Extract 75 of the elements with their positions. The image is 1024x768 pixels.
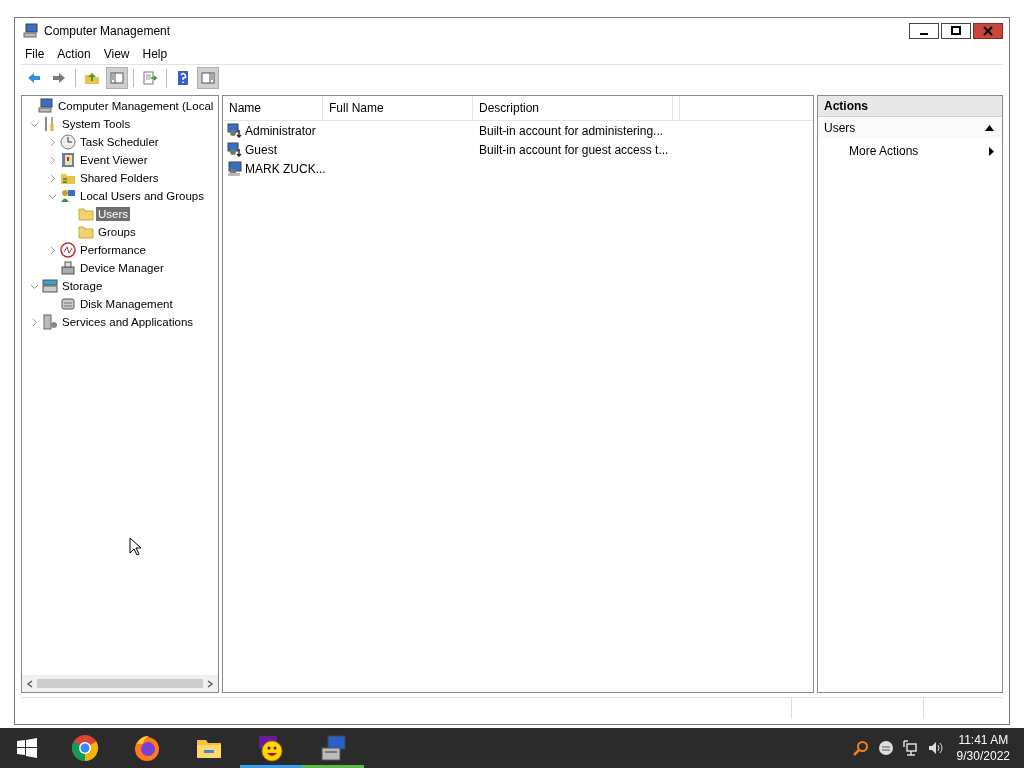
time-text: 11:41 AM	[958, 732, 1009, 748]
user-icon	[227, 160, 243, 177]
services-icon	[42, 314, 58, 330]
scroll-right-icon[interactable]	[206, 679, 214, 688]
menu-item[interactable]: Help	[138, 47, 177, 61]
volume-icon[interactable]	[927, 740, 944, 756]
menu-item[interactable]: View	[99, 47, 139, 61]
date-text: 9/30/2022	[956, 748, 1010, 764]
user-icon	[227, 122, 243, 139]
clock[interactable]: 11:41 AM 9/30/2022	[956, 732, 1010, 764]
scroll-left-icon[interactable]	[26, 679, 34, 688]
folder-icon	[78, 206, 94, 222]
forward-icon	[51, 70, 67, 86]
log-icon	[60, 152, 76, 168]
search-icon[interactable]	[852, 740, 869, 756]
computer-icon	[38, 98, 54, 114]
table-cell: Built-in account for administering...	[479, 123, 664, 138]
user-name[interactable]: Administrator	[245, 123, 316, 138]
collapse-triangle-icon	[985, 125, 994, 131]
column-header[interactable]: Description	[473, 96, 673, 120]
tree-item[interactable]: Disk Management	[78, 297, 175, 311]
folder-up-icon	[84, 70, 100, 86]
column-header[interactable]: Name	[223, 96, 323, 120]
actions-section[interactable]: Users	[818, 117, 1002, 139]
computer-icon	[23, 23, 39, 39]
table-cell: Built-in account for guest access t...	[479, 142, 669, 157]
back-icon	[26, 70, 42, 86]
storage-icon	[42, 278, 58, 294]
tree-item[interactable]: Shared Folders	[78, 171, 161, 185]
menu-item[interactable]: Action	[53, 47, 100, 61]
tree-item[interactable]: Services and Applications	[60, 315, 196, 329]
firefox-icon	[133, 734, 161, 762]
clock-icon	[60, 134, 76, 150]
tree-item[interactable]: Computer Management (Local	[56, 99, 216, 113]
submenu-arrow-icon	[989, 146, 994, 156]
minimize-icon	[920, 33, 928, 35]
maximize-button[interactable]	[941, 23, 971, 39]
smiley-icon	[257, 734, 285, 762]
network-icon[interactable]	[902, 740, 919, 756]
close-icon	[983, 26, 993, 36]
help-icon	[175, 70, 191, 86]
windows-logo-icon	[17, 738, 37, 758]
minimize-button[interactable]	[909, 23, 939, 39]
action-pane-icon	[200, 70, 216, 86]
user-icon	[227, 141, 243, 158]
tree-item[interactable]: Device Manager	[78, 261, 166, 275]
performance-icon	[60, 242, 76, 258]
chrome-icon	[71, 734, 99, 762]
tree-item[interactable]: System Tools	[60, 117, 133, 131]
users-icon	[60, 188, 76, 204]
tree-item[interactable]: Event Viewer	[78, 153, 150, 167]
window-title: Computer Management	[44, 24, 171, 38]
user-name[interactable]: Guest	[245, 142, 277, 157]
actions-header: Actions	[818, 96, 1002, 117]
export-icon	[142, 70, 158, 86]
column-header[interactable]: Full Name	[323, 96, 473, 120]
action-pane-button[interactable]	[197, 67, 219, 89]
maximize-icon	[951, 26, 961, 36]
tree-pane-icon	[109, 70, 125, 86]
tree-item[interactable]: Storage	[60, 279, 105, 293]
tree-pane-button[interactable]	[106, 67, 128, 89]
menu-item[interactable]: File	[21, 47, 54, 61]
tree-item[interactable]: Task Scheduler	[78, 135, 161, 149]
mouse-pointer-icon	[129, 537, 141, 556]
device-icon	[60, 260, 76, 276]
tree-item[interactable]: Performance	[78, 243, 148, 257]
tree-item[interactable]: Groups	[96, 225, 138, 239]
close-button[interactable]	[973, 23, 1003, 39]
horizontal-scrollbar[interactable]	[22, 675, 218, 692]
tree-item[interactable]: Local Users and Groups	[78, 189, 206, 203]
action-item[interactable]: More Actions	[818, 139, 1002, 163]
folder-icon	[78, 224, 94, 240]
tree-item[interactable]: Users	[96, 207, 131, 221]
user-name[interactable]: MARK ZUCK...	[245, 161, 326, 176]
computer-icon	[319, 734, 347, 762]
